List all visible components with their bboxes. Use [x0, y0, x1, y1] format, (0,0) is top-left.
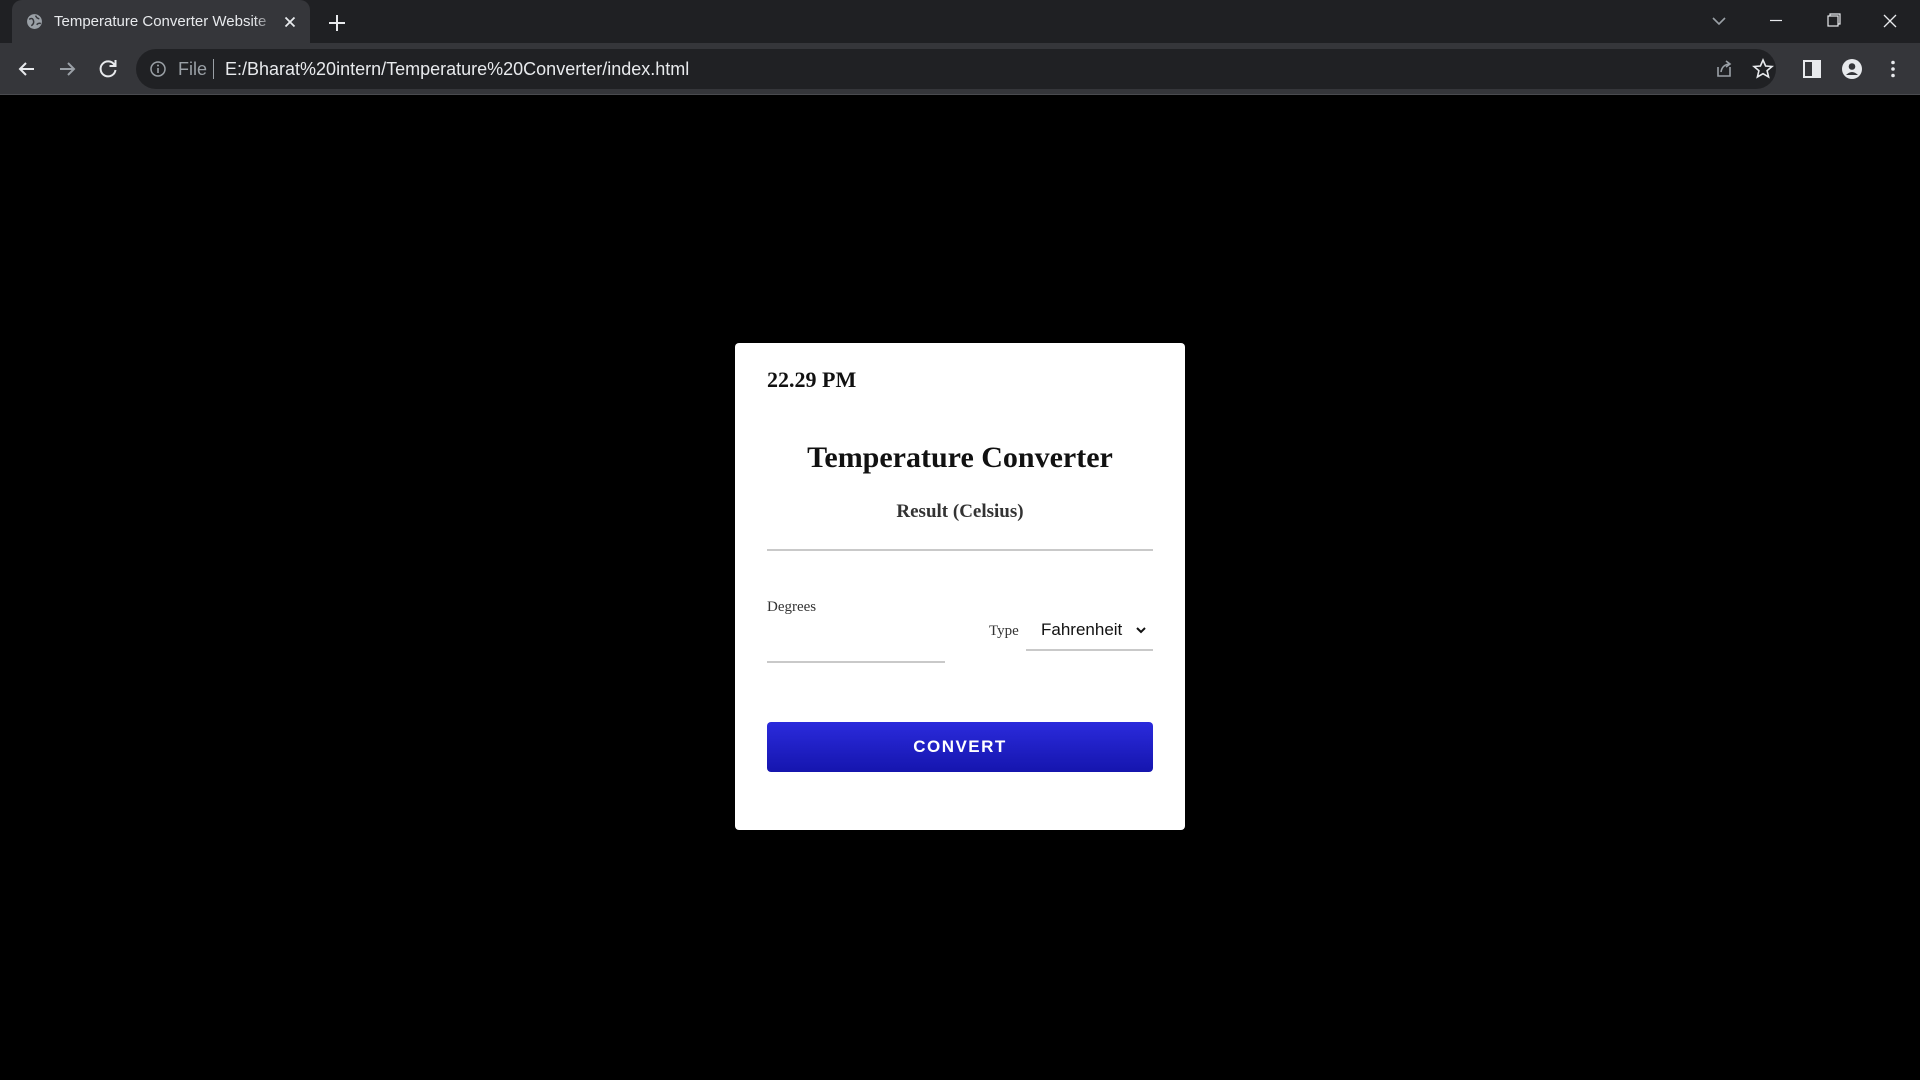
profile-icon[interactable]	[1838, 55, 1866, 83]
result-label: Result (Celsius)	[896, 501, 1024, 522]
browser-toolbar: File E:/Bharat%20intern/Temperature%20Co…	[0, 43, 1920, 95]
share-icon[interactable]	[1709, 55, 1737, 83]
back-icon[interactable]	[13, 55, 41, 83]
side-panel-icon[interactable]	[1798, 55, 1826, 83]
address-url[interactable]: E:/Bharat%20intern/Temperature%20Convert…	[225, 59, 689, 79]
type-select[interactable]: Fahrenheit	[1026, 609, 1153, 651]
converter-card: 22.29 PM Temperature Converter Result (C…	[735, 343, 1185, 830]
degrees-input[interactable]	[767, 627, 945, 663]
globe-icon	[27, 14, 42, 29]
address-bar[interactable]: File E:/Bharat%20intern/Temperature%20Co…	[136, 49, 1776, 89]
tab-strip: Temperature Converter Website	[0, 0, 1920, 43]
tab-search-icon[interactable]	[1702, 6, 1736, 36]
new-tab-icon[interactable]	[324, 10, 350, 36]
clock-time: 22.29 PM	[767, 367, 857, 392]
info-icon[interactable]	[149, 60, 167, 78]
type-label: Type	[989, 623, 1019, 639]
minimize-icon[interactable]	[1759, 6, 1793, 36]
restore-icon[interactable]	[1816, 6, 1850, 36]
chevron-down-icon	[1136, 627, 1146, 634]
type-selected-value: Fahrenheit	[1041, 620, 1123, 639]
degrees-label: Degrees	[767, 599, 817, 615]
browser-tab[interactable]: Temperature Converter Website	[12, 0, 310, 43]
forward-icon[interactable]	[53, 55, 81, 83]
close-window-icon[interactable]	[1873, 6, 1907, 36]
reload-icon[interactable]	[94, 55, 122, 83]
address-scheme: File	[178, 59, 208, 79]
close-tab-icon[interactable]	[280, 12, 300, 32]
bookmark-star-icon[interactable]	[1749, 55, 1777, 83]
page-viewport: 22.29 PM Temperature Converter Result (C…	[0, 96, 1920, 1080]
tab-title: Temperature Converter Website	[54, 12, 276, 32]
address-separator	[213, 59, 214, 79]
page-title: Temperature Converter	[807, 441, 1113, 474]
menu-icon[interactable]	[1879, 55, 1907, 83]
convert-button[interactable]: CONVERT	[767, 722, 1153, 772]
result-divider	[767, 549, 1153, 551]
